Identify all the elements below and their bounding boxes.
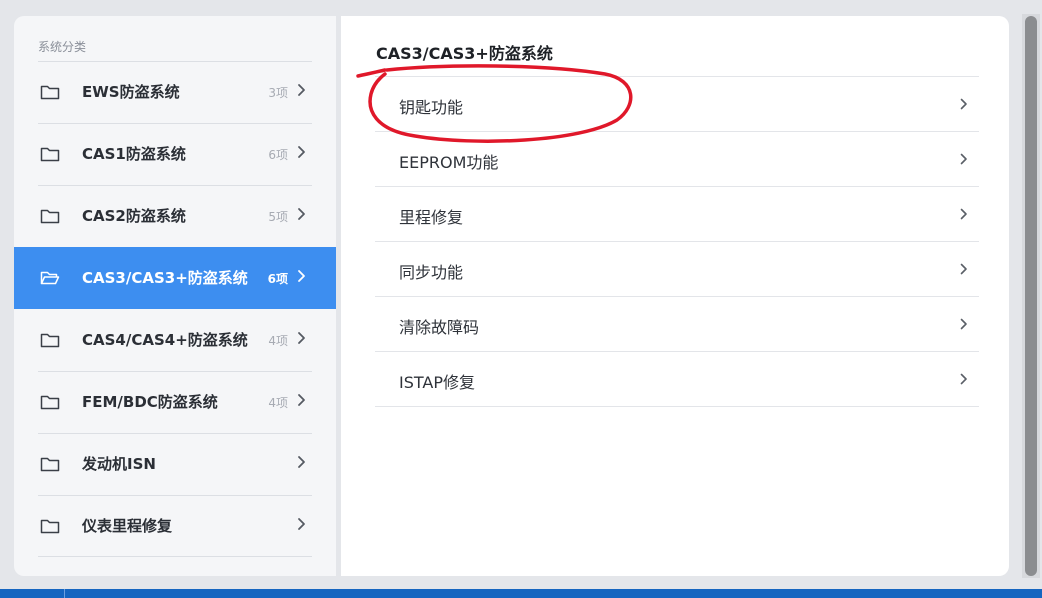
category-count: 4项: [268, 334, 288, 348]
category-panel-title: 系统分类: [38, 40, 87, 54]
function-label: 钥匙功能: [399, 98, 464, 117]
function-list: 钥匙功能 EEPROM功能 里程修复 同步功能 清除故障码 ISTAP修复: [375, 76, 979, 407]
function-label: EEPROM功能: [399, 153, 499, 172]
chevron-right-icon: [960, 263, 967, 275]
category-label: CAS3/CAS3+防盗系统: [82, 269, 248, 287]
category-item-ews[interactable]: EWS防盗系统 3项: [14, 61, 336, 123]
function-item-sync[interactable]: 同步功能: [375, 242, 979, 297]
chevron-right-icon: [298, 270, 305, 282]
category-panel: 系统分类 EWS防盗系统 3项 CAS1防盗系统 6项 CAS2防盗系统 5项 …: [14, 16, 336, 576]
function-label: 清除故障码: [399, 318, 480, 337]
folder-open-icon: [40, 271, 60, 285]
category-label: FEM/BDC防盗系统: [82, 393, 218, 411]
function-label: 同步功能: [399, 263, 464, 282]
folder-icon: [40, 333, 60, 348]
scrollbar-thumb[interactable]: [1025, 16, 1037, 576]
folder-icon: [40, 209, 60, 224]
category-count: 5项: [268, 210, 288, 224]
function-label: ISTAP修复: [399, 373, 476, 392]
category-item-cas4[interactable]: CAS4/CAS4+防盗系统 4项: [14, 309, 336, 371]
chevron-right-icon: [298, 518, 305, 530]
folder-icon: [40, 519, 60, 534]
vertical-scrollbar[interactable]: [1022, 14, 1040, 578]
category-label: CAS1防盗系统: [82, 145, 186, 163]
category-item-cas3-selected[interactable]: CAS3/CAS3+防盗系统 6项: [14, 247, 336, 309]
category-count: 4项: [268, 396, 288, 410]
chevron-right-icon: [960, 208, 967, 220]
folder-icon: [40, 147, 60, 162]
chevron-right-icon: [298, 146, 305, 158]
chevron-right-icon: [960, 373, 967, 385]
folder-icon: [40, 395, 60, 410]
category-label: 仪表里程修复: [82, 517, 173, 535]
category-item-cas1[interactable]: CAS1防盗系统 6项: [14, 123, 336, 185]
chevron-right-icon: [960, 318, 967, 330]
chevron-right-icon: [960, 153, 967, 165]
category-label: EWS防盗系统: [82, 83, 180, 101]
function-panel-title: CAS3/CAS3+防盗系统: [376, 44, 553, 63]
category-label: CAS2防盗系统: [82, 207, 186, 225]
category-label: 发动机ISN: [82, 455, 156, 473]
chevron-right-icon: [298, 394, 305, 406]
category-label: CAS4/CAS4+防盗系统: [82, 331, 248, 349]
folder-icon: [40, 85, 60, 100]
category-item-mileage[interactable]: 仪表里程修复: [14, 495, 336, 557]
chevron-right-icon: [298, 208, 305, 220]
taskbar-separator: [64, 589, 65, 598]
chevron-right-icon: [298, 456, 305, 468]
category-item-engine-isn[interactable]: 发动机ISN: [14, 433, 336, 495]
category-count: 6项: [268, 148, 288, 162]
function-panel: CAS3/CAS3+防盗系统 钥匙功能 EEPROM功能 里程修复 同步功能 清…: [341, 16, 1009, 576]
function-label: 里程修复: [399, 208, 464, 227]
function-item-istap[interactable]: ISTAP修复: [375, 352, 979, 407]
taskbar: [0, 589, 1042, 598]
category-item-cas2[interactable]: CAS2防盗系统 5项: [14, 185, 336, 247]
category-count: 6项: [267, 272, 288, 286]
chevron-right-icon: [298, 84, 305, 96]
function-item-eeprom[interactable]: EEPROM功能: [375, 132, 979, 187]
function-item-mileage[interactable]: 里程修复: [375, 187, 979, 242]
chevron-right-icon: [298, 332, 305, 344]
chevron-right-icon: [960, 98, 967, 110]
category-count: 3项: [268, 86, 288, 100]
app-window: 系统分类 EWS防盗系统 3项 CAS1防盗系统 6项 CAS2防盗系统 5项 …: [0, 0, 1042, 598]
category-list: EWS防盗系统 3项 CAS1防盗系统 6项 CAS2防盗系统 5项 CAS3/…: [14, 61, 336, 557]
category-item-fem-bdc[interactable]: FEM/BDC防盗系统 4项: [14, 371, 336, 433]
function-item-key[interactable]: 钥匙功能: [375, 77, 979, 132]
function-item-clear-dtc[interactable]: 清除故障码: [375, 297, 979, 352]
folder-icon: [40, 457, 60, 472]
